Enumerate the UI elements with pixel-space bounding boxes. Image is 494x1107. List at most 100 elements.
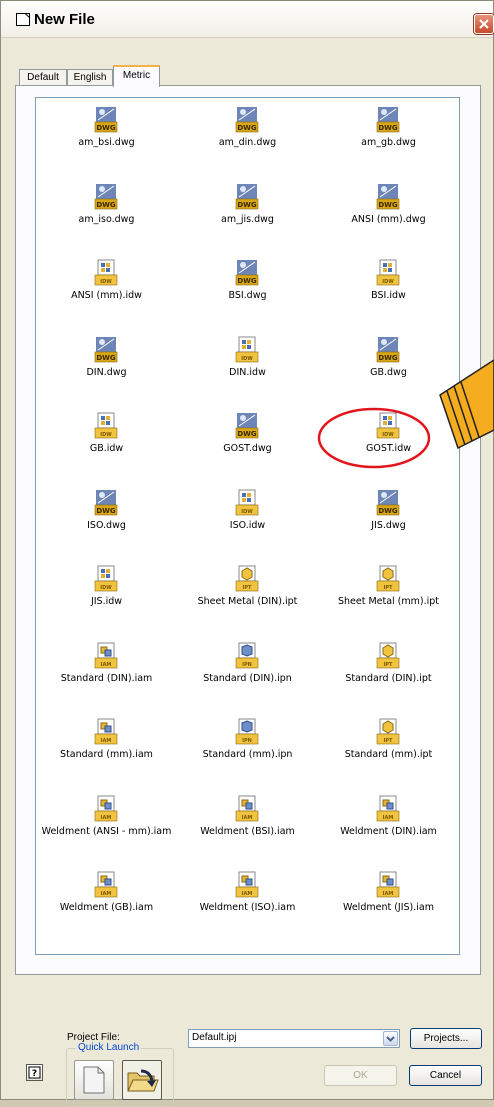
cancel-button[interactable]: Cancel: [409, 1065, 482, 1086]
file-name: DIN.dwg: [86, 366, 127, 378]
ok-button[interactable]: OK: [324, 1065, 397, 1086]
svg-text:DWG: DWG: [96, 507, 116, 515]
svg-text:IAM: IAM: [383, 815, 394, 821]
iam-file-icon: IAM: [94, 642, 118, 668]
file-item[interactable]: IDW GB.idw: [36, 412, 177, 489]
svg-text:DWG: DWG: [378, 124, 398, 132]
file-name: ANSI (mm).idw: [71, 290, 142, 301]
file-item[interactable]: IPT Standard (DIN).ipt: [318, 642, 459, 719]
svg-text:IAM: IAM: [101, 815, 112, 821]
file-name: GB.idw: [89, 443, 124, 454]
new-file-dialog: New File Default English Metric DWG am_bs…: [0, 0, 494, 1107]
project-file-select[interactable]: Default.ipj: [188, 1029, 400, 1048]
file-name: Standard (mm).ipt: [344, 749, 433, 760]
iam-file-icon: IAM: [235, 871, 259, 898]
tab-default[interactable]: Default: [19, 69, 67, 86]
file-item[interactable]: DWG am_jis.dwg: [177, 183, 318, 260]
svg-text:DWG: DWG: [96, 124, 116, 132]
file-item[interactable]: DWG ISO.dwg: [36, 489, 177, 566]
help-button[interactable]: ?: [26, 1064, 43, 1081]
svg-text:IPT: IPT: [243, 585, 253, 591]
file-item[interactable]: DWG am_din.dwg: [177, 106, 318, 183]
file-item[interactable]: IDW BSI.idw: [318, 259, 459, 336]
file-item[interactable]: IPN Standard (mm).ipn: [177, 718, 318, 795]
file-item[interactable]: IAM Weldment (GB).iam: [36, 871, 177, 948]
file-item[interactable]: IAM Weldment (ISO).iam: [177, 871, 318, 948]
file-name: Sheet Metal (mm).ipt: [337, 596, 440, 607]
file-item[interactable]: DWG am_bsi.dwg: [36, 106, 177, 183]
file-item[interactable]: IDW JIS.idw: [36, 565, 177, 642]
dwg-file-icon: DWG: [235, 107, 259, 133]
file-item[interactable]: DWG am_iso.dwg: [36, 183, 177, 260]
file-name: Standard (DIN).ipt: [345, 672, 432, 684]
file-name: am_iso.dwg: [78, 213, 135, 225]
file-item[interactable]: DWG GB.dwg: [318, 336, 459, 413]
file-item[interactable]: DWG DIN.dwg: [36, 336, 177, 413]
idw-file-icon: IDW: [376, 412, 400, 439]
file-name: ISO.dwg: [87, 519, 126, 531]
file-item[interactable]: IDW ISO.idw: [177, 489, 318, 566]
file-name: Standard (mm).iam: [60, 749, 153, 760]
open-file-button[interactable]: [122, 1060, 162, 1100]
template-file-list[interactable]: DWG am_bsi.dwg DWG am_din.dwg DWG am_gb.dwg DW…: [35, 97, 460, 955]
file-item[interactable]: IAM Weldment (DIN).iam: [318, 795, 459, 872]
svg-text:DWG: DWG: [96, 354, 116, 362]
svg-text:IPT: IPT: [384, 585, 394, 591]
quick-launch-label: Quick Launch: [76, 1042, 142, 1053]
project-dropdown-button[interactable]: [383, 1031, 398, 1046]
file-name: JIS.idw: [90, 596, 123, 607]
file-item[interactable]: DWG JIS.dwg: [318, 489, 459, 566]
svg-text:IPN: IPN: [242, 738, 252, 744]
svg-text:IDW: IDW: [100, 432, 112, 438]
file-item[interactable]: IDW DIN.idw: [177, 336, 318, 413]
file-item[interactable]: IPT Sheet Metal (mm).ipt: [318, 565, 459, 642]
file-name: Weldment (ISO).iam: [199, 902, 296, 913]
iam-file-icon: IAM: [235, 795, 259, 821]
file-item[interactable]: DWG ANSI (mm).dwg: [318, 183, 459, 260]
ipn-file-icon: IPN: [235, 642, 259, 668]
chevron-down-icon: [386, 1036, 395, 1042]
file-name: GOST.idw: [365, 443, 411, 454]
help-icon: ?: [28, 1066, 41, 1079]
svg-text:IAM: IAM: [101, 738, 112, 744]
svg-text:DWG: DWG: [237, 124, 257, 132]
projects-button[interactable]: Projects...: [410, 1028, 482, 1049]
file-item[interactable]: IAM Weldment (ANSI - mm).iam: [36, 795, 177, 872]
idw-file-icon: IDW: [94, 412, 118, 439]
title-bar[interactable]: New File: [1, 1, 494, 38]
svg-text:IAM: IAM: [101, 662, 112, 668]
idw-file-icon: IDW: [235, 489, 259, 515]
svg-text:IDW: IDW: [382, 432, 394, 438]
file-item[interactable]: IDW GOST.idw: [318, 412, 459, 489]
tab-english[interactable]: English: [67, 69, 113, 86]
svg-text:DWG: DWG: [378, 507, 398, 515]
iam-file-icon: IAM: [376, 871, 400, 898]
file-item[interactable]: IPN Standard (DIN).ipn: [177, 642, 318, 719]
new-document-icon: [16, 13, 30, 26]
file-item[interactable]: IAM Weldment (BSI).iam: [177, 795, 318, 872]
dwg-file-icon: DWG: [94, 336, 118, 362]
dwg-file-icon: DWG: [376, 183, 400, 209]
close-button[interactable]: [474, 14, 494, 34]
quick-launch-group: Quick Launch: [66, 1042, 174, 1107]
file-name: Standard (mm).ipn: [202, 749, 293, 760]
file-item[interactable]: IPT Standard (mm).ipt: [318, 718, 459, 795]
file-name: am_din.dwg: [218, 137, 277, 148]
file-item[interactable]: DWG GOST.dwg: [177, 412, 318, 489]
file-item[interactable]: IAM Weldment (JIS).iam: [318, 871, 459, 948]
project-file-value: Default.ipj: [192, 1032, 237, 1043]
file-item[interactable]: DWG am_gb.dwg: [318, 106, 459, 183]
iam-file-icon: IAM: [94, 795, 118, 821]
ipt-file-icon: IPT: [376, 565, 400, 592]
file-name: Weldment (BSI).iam: [200, 825, 295, 837]
file-item[interactable]: IAM Standard (DIN).iam: [36, 642, 177, 719]
tab-metric[interactable]: Metric: [113, 65, 160, 87]
file-item[interactable]: IPT Sheet Metal (DIN).ipt: [177, 565, 318, 642]
file-name: am_gb.dwg: [361, 137, 416, 148]
svg-text:DWG: DWG: [96, 201, 116, 209]
file-item[interactable]: IDW ANSI (mm).idw: [36, 259, 177, 336]
svg-text:DWG: DWG: [237, 277, 257, 285]
new-blank-button[interactable]: [74, 1060, 114, 1100]
file-item[interactable]: DWG BSI.dwg: [177, 259, 318, 336]
file-item[interactable]: IAM Standard (mm).iam: [36, 718, 177, 795]
